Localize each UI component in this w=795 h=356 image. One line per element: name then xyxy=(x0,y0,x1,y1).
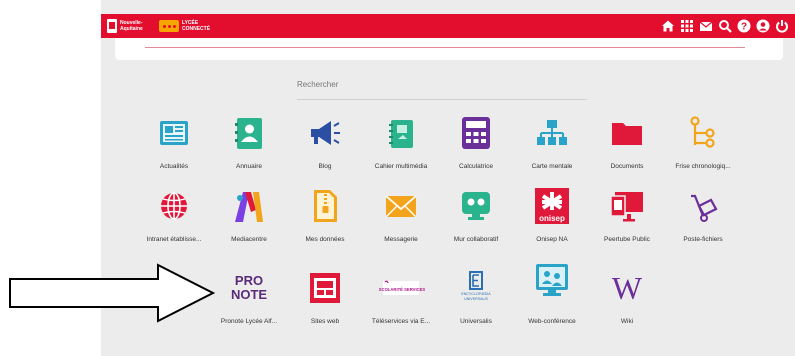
home-icon[interactable] xyxy=(661,19,675,33)
lycee-connecte-text: LYCÉE CONNECTÉ xyxy=(182,20,211,32)
timeline-icon xyxy=(690,116,715,148)
app-label: Sites web xyxy=(310,318,340,325)
svg-text:PRO: PRO xyxy=(235,273,263,288)
svg-text:?: ? xyxy=(741,22,747,33)
app-label: Poste-fichiers xyxy=(683,236,723,243)
globe-icon xyxy=(161,192,187,220)
top-navigation-bar: Nouvelle- Aquitaine LYCÉE CONNECTÉ ? xyxy=(101,14,795,38)
app-tile-blog[interactable]: Blog xyxy=(290,115,360,175)
universalis-logo: ENCYCLOPÆDIA UNIVERSALIS xyxy=(461,271,491,301)
app-label: Pronote Lycée Alf... xyxy=(220,318,278,325)
app-tile-frise-chronologique[interactable]: Frise chronologiq... xyxy=(668,115,738,175)
lycee-connecte-logo[interactable]: LYCÉE CONNECTÉ xyxy=(159,18,215,34)
app-tile-teleservices[interactable]: SCOLARITÉ SERVICES Téléservices via E... xyxy=(366,270,436,330)
app-tile-carte-mentale[interactable]: Carte mentale xyxy=(517,115,587,175)
svg-text:W: W xyxy=(612,270,643,306)
region-logo[interactable]: Nouvelle- Aquitaine xyxy=(107,17,151,35)
app-tile-mes-donnees[interactable]: Mes données xyxy=(290,188,360,248)
svg-text:SCOLARITÉ SERVICES: SCOLARITÉ SERVICES xyxy=(379,287,426,292)
app-label: Carte mentale xyxy=(531,163,573,170)
app-tile-annuaire[interactable]: Annuaire xyxy=(214,115,284,175)
app-label: Onisep NA xyxy=(536,236,568,243)
app-tile-cahier-multimedia[interactable]: Cahier multimédia xyxy=(366,115,436,175)
app-label: Annuaire xyxy=(235,163,263,170)
app-tile-universalis[interactable]: ENCYCLOPÆDIA UNIVERSALIS Universalis xyxy=(441,270,511,330)
app-label: Web-conférence xyxy=(528,318,576,325)
zip-file-icon xyxy=(314,190,337,222)
app-label: Cahier multimédia xyxy=(374,163,428,170)
svg-text:ENCYCLOPÆDIA: ENCYCLOPÆDIA xyxy=(461,292,491,296)
app-tile-actualites[interactable]: Actualités xyxy=(139,115,209,175)
mediacentre-icon xyxy=(235,192,263,222)
app-label: Mur collaboratif xyxy=(453,236,499,243)
app-label: Frise chronologiq... xyxy=(675,163,731,170)
wikipedia-icon: W xyxy=(612,270,643,306)
power-icon[interactable] xyxy=(775,19,789,33)
notebook-icon xyxy=(389,120,413,148)
app-label: Universalis xyxy=(460,318,492,325)
folder-icon xyxy=(612,123,642,145)
lycee-connecte-badge-icon xyxy=(159,20,179,32)
app-label: Documents xyxy=(610,163,644,170)
divider xyxy=(145,47,745,48)
app-tile-pronote[interactable]: PRO NOTE Pronote Lycée Alf... xyxy=(214,270,284,330)
collaboration-icon xyxy=(462,192,490,220)
svg-text:UNIVERSALIS: UNIVERSALIS xyxy=(464,297,488,301)
app-label: Mes données xyxy=(305,236,345,243)
website-icon xyxy=(310,273,340,303)
region-logo-text: Nouvelle- Aquitaine xyxy=(120,20,143,32)
scolarite-services-logo: SCOLARITÉ SERVICES xyxy=(379,280,426,295)
search-underline xyxy=(297,99,587,100)
app-tile-documents[interactable]: Documents xyxy=(592,115,662,175)
web-conference-icon xyxy=(536,264,568,296)
mail-icon[interactable] xyxy=(699,19,713,33)
app-label: Blog xyxy=(318,163,332,170)
app-label: Peertube Public xyxy=(604,236,650,243)
app-tile-mediacentre[interactable]: Mediacentre xyxy=(214,188,284,248)
app-label: Téléservices via E... xyxy=(371,318,431,325)
header-card xyxy=(115,38,783,60)
app-tile-messagerie[interactable]: Messagerie xyxy=(366,188,436,248)
app-tile-poste-fichiers[interactable]: Poste-fichiers xyxy=(668,188,738,248)
app-label: Intranet établisse... xyxy=(146,236,202,243)
app-label: Messagerie xyxy=(384,236,418,243)
pronote-logo: PRO NOTE xyxy=(231,273,267,302)
hand-truck-icon xyxy=(691,194,718,222)
app-label: Wiki xyxy=(620,318,634,325)
onisep-logo: onisep xyxy=(535,188,569,224)
search-icon[interactable] xyxy=(718,19,732,33)
video-screen-icon xyxy=(610,192,643,222)
app-label: Mediacentre xyxy=(231,236,267,243)
address-book-icon xyxy=(235,118,262,149)
app-label: Calculatrice xyxy=(459,163,493,170)
search-input[interactable]: Rechercher xyxy=(297,80,338,89)
svg-text:onisep: onisep xyxy=(539,214,565,223)
app-tile-calculatrice[interactable]: Calculatrice xyxy=(441,115,511,175)
app-tile-sites-web[interactable]: Sites web xyxy=(290,270,360,330)
news-icon xyxy=(160,121,188,145)
help-icon[interactable]: ? xyxy=(737,19,751,33)
app-tile-web-conference[interactable]: Web-conférence xyxy=(517,262,587,325)
app-tile-peertube[interactable]: Peertube Public xyxy=(592,188,662,248)
user-icon[interactable] xyxy=(756,19,770,33)
apps-grid-icon[interactable] xyxy=(680,19,694,33)
app-tile-mur-collaboratif[interactable]: Mur collaboratif xyxy=(441,188,511,248)
app-tile-wiki[interactable]: W Wiki xyxy=(592,270,662,330)
app-tile-intranet[interactable]: Intranet établisse... xyxy=(139,188,209,248)
header-actions: ? xyxy=(661,17,789,35)
pointer-arrow-icon xyxy=(9,263,216,323)
region-shield-icon xyxy=(107,19,117,33)
calculator-icon xyxy=(462,117,490,149)
envelope-icon xyxy=(385,195,417,218)
app-label: Actualités xyxy=(159,163,189,170)
svg-text:NOTE: NOTE xyxy=(231,287,267,302)
megaphone-icon xyxy=(311,121,340,145)
mindmap-icon xyxy=(537,120,567,145)
app-tile-onisep-na[interactable]: onisep Onisep NA xyxy=(517,188,587,248)
